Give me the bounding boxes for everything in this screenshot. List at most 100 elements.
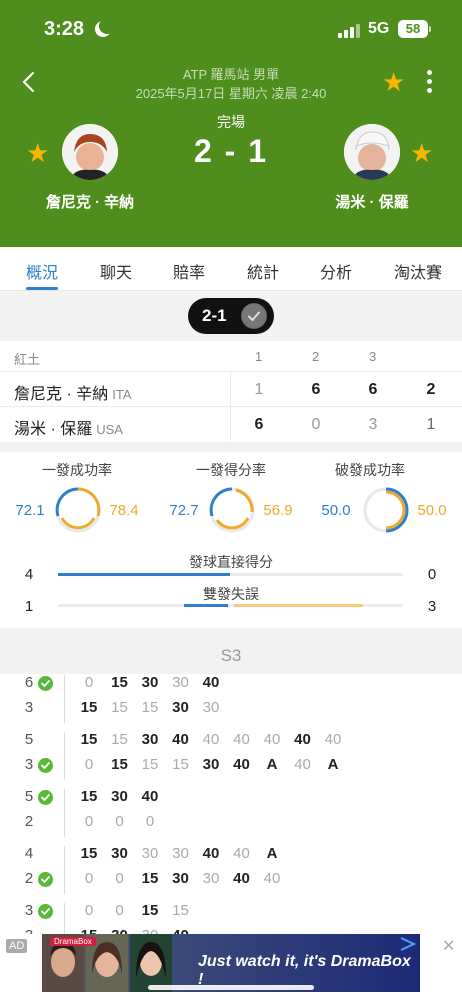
point-score: 30 xyxy=(141,845,159,862)
point-score: 40 xyxy=(294,731,311,748)
aces-left-value: 4 xyxy=(24,566,34,583)
set-title: S3 xyxy=(220,646,242,665)
tab-odds[interactable]: 賠率 xyxy=(173,259,205,283)
away-player-avatar[interactable] xyxy=(344,124,400,180)
point-score: 30 xyxy=(141,731,159,748)
battery-nub xyxy=(429,26,431,32)
point-score: 0 xyxy=(145,813,155,830)
status-bar: 3:28 5G 58 xyxy=(0,18,462,44)
point-score: A xyxy=(327,756,339,773)
point-score: 15 xyxy=(80,699,98,716)
active-tab-indicator xyxy=(26,287,58,290)
point-score: 30 xyxy=(172,870,189,887)
point-score: A xyxy=(266,756,278,773)
stat-ring xyxy=(55,487,101,533)
point-score: 0 xyxy=(84,756,94,773)
point-score: 15 xyxy=(80,845,98,862)
point-score: 40 xyxy=(172,731,189,748)
point-score: 15 xyxy=(141,902,159,919)
point-score: 0 xyxy=(84,813,94,830)
bar-title-aces: 發球直接得分 xyxy=(189,554,273,570)
point-score: 15 xyxy=(111,731,128,748)
scoreboard-home-country: ITA xyxy=(112,387,132,402)
point-score: 15 xyxy=(141,870,159,887)
favorite-star-icon[interactable]: ★ xyxy=(382,69,405,95)
serve-check-icon xyxy=(38,872,53,887)
point-score: 15 xyxy=(111,756,128,773)
signal-icon xyxy=(338,24,362,38)
tab-overview[interactable]: 概況 xyxy=(26,259,58,283)
battery-icon: 58 xyxy=(398,20,428,38)
tab-stats[interactable]: 統計 xyxy=(247,259,279,283)
aces-right-value: 0 xyxy=(427,566,437,583)
away-player-name[interactable]: 湯米 · 保羅 xyxy=(302,191,442,212)
set-score-pill[interactable]: 2-1 xyxy=(188,298,274,334)
point-score: 40 xyxy=(233,756,250,773)
network-type: 5G xyxy=(368,20,390,37)
home-player-name[interactable]: 詹尼克 · 辛納 xyxy=(20,191,160,212)
stat-title-first-serve-won: 一發得分率 xyxy=(196,462,266,478)
stat-ring xyxy=(209,487,255,533)
point-score: 0 xyxy=(84,902,94,919)
match-status: 完場 xyxy=(217,114,245,130)
point-score: 30 xyxy=(108,927,132,934)
surface-label: 紅土 xyxy=(14,352,41,367)
point-by-point-list: 6 0 15 30 30 40 3 15 15 15 30 30 5 15 15 30 40 40 40 40 40 40… xyxy=(0,674,462,934)
divider xyxy=(0,371,462,372)
stat-ring xyxy=(363,487,409,533)
more-options-button[interactable] xyxy=(425,70,433,96)
match-header: 3:28 5G 58 ATP 羅馬站 男單 2025年5月17日 星期六 凌晨 … xyxy=(0,0,462,247)
game-score: 3 xyxy=(24,902,34,919)
stat-left-value: 72.7 xyxy=(169,502,199,519)
point-score: 40 xyxy=(169,927,193,934)
game-score: 2 xyxy=(24,813,34,830)
point-score: 0 xyxy=(84,870,94,887)
double-faults-left-value: 1 xyxy=(24,598,34,615)
away-set-1: 6 xyxy=(254,416,264,433)
point-score: 40 xyxy=(141,788,159,805)
bar-title-double-faults: 雙發失誤 xyxy=(203,586,259,602)
game-divider xyxy=(64,675,65,723)
tab-chat[interactable]: 聊天 xyxy=(100,259,132,283)
point-score: 40 xyxy=(294,756,311,773)
away-sets-total: 1 xyxy=(426,416,436,433)
point-score: 30 xyxy=(138,927,162,934)
point-score: 15 xyxy=(141,756,159,773)
section-separator xyxy=(0,442,462,452)
ad-banner[interactable]: DramaBox Just watch it, it's DramaBox ! xyxy=(42,934,420,992)
point-score: 15 xyxy=(172,756,189,773)
scoreboard-away-player: 湯米 · 保羅 xyxy=(14,421,93,438)
point-score: A xyxy=(266,845,278,862)
point-score: 15 xyxy=(141,699,159,716)
tab-analysis[interactable]: 分析 xyxy=(320,259,352,283)
stat-left-value: 72.1 xyxy=(15,502,45,519)
point-score: 15 xyxy=(172,902,189,919)
game-score: 4 xyxy=(24,845,34,862)
point-score: 30 xyxy=(172,845,189,862)
point-score: 0 xyxy=(115,870,124,887)
tab-knockout[interactable]: 淘汰賽 xyxy=(394,259,442,283)
ad-text: Just watch it, it's DramaBox ! xyxy=(198,953,411,988)
ad-close-button[interactable]: ✕ xyxy=(442,936,455,956)
game-divider xyxy=(64,846,65,894)
point-score: 0 xyxy=(115,902,124,919)
point-score: 40 xyxy=(233,731,250,748)
section-separator xyxy=(0,628,462,638)
point-score: 30 xyxy=(111,788,128,805)
point-score: 40 xyxy=(202,845,220,862)
home-indicator xyxy=(148,985,314,990)
stat-left-value: 50.0 xyxy=(321,502,351,519)
away-favorite-star-icon[interactable]: ★ xyxy=(410,140,433,166)
point-score: 15 xyxy=(77,927,101,934)
stat-right-value: 56.9 xyxy=(263,502,293,519)
point-score: 30 xyxy=(202,699,220,716)
point-score: 15 xyxy=(80,731,98,748)
point-score: 40 xyxy=(263,870,281,887)
home-set-3: 6 xyxy=(368,381,378,398)
point-score: 15 xyxy=(111,674,128,691)
point-score: 40 xyxy=(233,845,250,862)
stat-right-value: 50.0 xyxy=(417,502,447,519)
game-divider xyxy=(64,732,65,780)
point-score: 30 xyxy=(172,674,189,691)
game-score: 3 xyxy=(24,699,34,716)
